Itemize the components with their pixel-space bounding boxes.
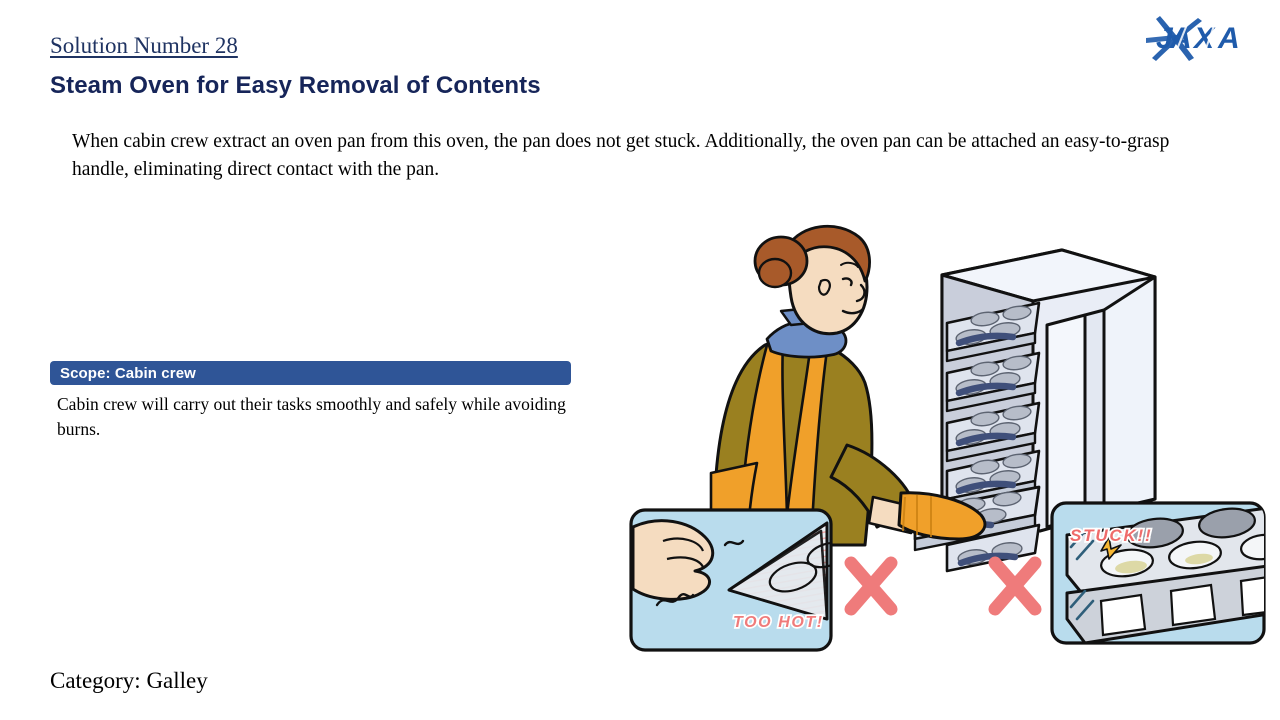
scope-bar: Scope: Cabin crew — [50, 361, 571, 385]
slide-canvas: Solution Number 28 Steam Oven for Easy R… — [0, 0, 1280, 720]
category-label: Category: Galley — [50, 668, 208, 693]
cross-mark-left — [844, 556, 898, 616]
cross-mark-right — [988, 556, 1042, 616]
jaxa-logo: J A X A — [1146, 8, 1254, 64]
illustration-group: TOO HOT! STUCK!! — [615, 215, 1280, 665]
scope-bar-label: Scope: Cabin crew — [60, 364, 196, 382]
panel-too-hot-caption: TOO HOT! — [733, 614, 824, 631]
svg-text:X: X — [1192, 22, 1216, 55]
scope-body-text: Cabin crew will carry out their tasks sm… — [57, 394, 566, 439]
svg-text:A: A — [1217, 22, 1240, 55]
page-title: Steam Oven for Easy Removal of Contents — [50, 72, 541, 99]
solution-number: Solution Number 28 — [50, 33, 238, 58]
panel-stuck: STUCK!! — [1050, 501, 1266, 645]
description-text: When cabin crew extract an oven pan from… — [72, 131, 1170, 180]
panel-stuck-caption: STUCK!! — [1070, 526, 1152, 545]
panel-too-hot: TOO HOT! — [629, 508, 833, 652]
